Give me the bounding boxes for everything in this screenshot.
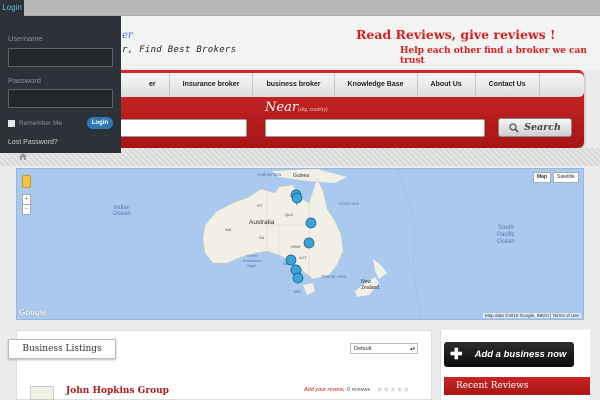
header-subtagline: Help each other find a broker we can tru…	[400, 46, 587, 66]
header-tagline: Read Reviews, give reviews !	[356, 27, 556, 42]
login-tab[interactable]: Login	[0, 0, 24, 16]
logo-tagline: r, Find Best Brokers	[122, 45, 237, 55]
near-label: Near	[265, 100, 299, 115]
updown-arrow-icon: ▴▾	[409, 346, 415, 352]
google-logo: Google	[19, 308, 47, 317]
add-business-label: Add a business now	[474, 349, 567, 360]
rating-stars: ★★★★★	[376, 385, 410, 394]
password-label: Password	[8, 76, 41, 85]
map-type-satellite[interactable]: Satellite	[553, 172, 579, 183]
map-marker-icon	[285, 254, 297, 266]
search-button[interactable]: Search	[498, 118, 572, 137]
sort-select[interactable]: Default ▴▾	[350, 343, 418, 354]
zoom-out-button[interactable]: −	[22, 204, 31, 215]
listings-heading: Business Listings	[8, 339, 116, 359]
listing-title[interactable]: John Hopkins Group	[66, 386, 169, 396]
near-hint: (city, country)	[298, 107, 328, 113]
lost-password-link[interactable]: Lost Password?	[8, 139, 58, 146]
star-icon: ★	[376, 385, 383, 394]
add-review-link[interactable]: Add your review,	[304, 387, 345, 393]
nav-item-insurance-broker[interactable]: Insurance broker	[170, 73, 254, 97]
nav-item-knowledge-base[interactable]: Knowledge Base	[335, 73, 418, 97]
map-marker-icon	[305, 217, 317, 229]
login-dropdown: Username Password Remember Me Login Lost…	[0, 16, 121, 153]
pegman-icon[interactable]	[22, 175, 31, 188]
sort-selected-value: Default	[354, 346, 372, 352]
checkmark-icon	[8, 127, 15, 133]
admin-bar: Login	[0, 0, 600, 16]
map-attribution[interactable]: Map data ©2015 Google, INEGI | Terms of …	[483, 313, 581, 318]
username-label: Username	[8, 34, 43, 43]
site-logo[interactable]: er	[122, 30, 133, 41]
star-icon: ★	[389, 385, 397, 394]
remember-me-label: Remember Me	[19, 120, 62, 127]
location-search-input[interactable]	[265, 119, 485, 137]
map-marker-icon	[303, 237, 315, 249]
map-marker-icon	[292, 272, 304, 284]
map-view[interactable]: Guinea Arafura Sea Coral Sea Indian Ocea…	[16, 168, 584, 320]
home-icon[interactable]	[19, 153, 27, 160]
login-button[interactable]: Login	[87, 117, 113, 129]
map-marker-icon	[291, 192, 303, 204]
search-button-label: Search	[524, 122, 561, 133]
magnifier-icon	[509, 122, 519, 133]
star-icon: ★	[396, 385, 403, 394]
map-markers	[285, 189, 317, 284]
nav-item-business-broker[interactable]: business broker	[253, 73, 335, 97]
map-type-map[interactable]: Map	[533, 172, 551, 183]
recent-reviews-heading: Recent Reviews	[444, 377, 590, 395]
plus-icon: ✚	[450, 346, 463, 363]
star-icon: ★	[402, 385, 410, 394]
nav-item-contact-us[interactable]: Contact Us	[476, 73, 540, 97]
listing-thumbnail[interactable]	[30, 386, 54, 400]
username-input[interactable]	[8, 48, 113, 67]
add-business-button[interactable]: ✚ Add a business now	[444, 342, 574, 367]
reviews-count: 0 reviews	[347, 387, 371, 393]
nav-item-partial[interactable]: er	[136, 73, 170, 97]
keyword-search-input[interactable]	[120, 119, 247, 137]
password-input[interactable]	[8, 89, 113, 108]
nav-item-about-us[interactable]: About Us	[418, 73, 476, 97]
remember-me-checkbox[interactable]	[8, 120, 15, 133]
